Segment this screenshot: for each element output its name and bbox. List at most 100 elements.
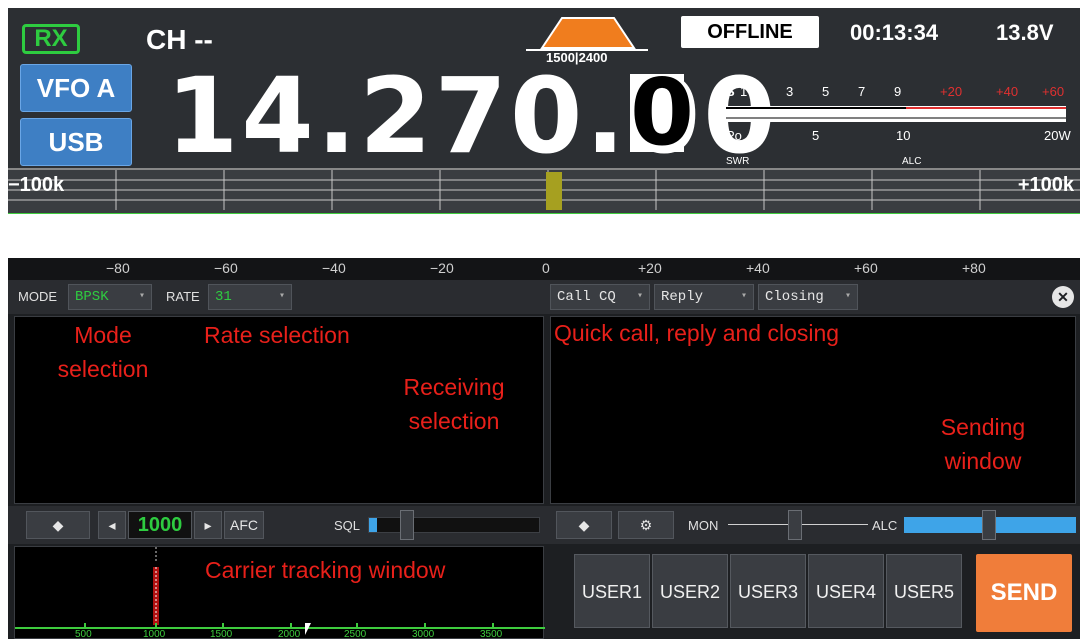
mouse-cursor-icon — [305, 623, 311, 635]
scale-tick: +60 — [854, 260, 878, 276]
mode-label: MODE — [18, 289, 57, 304]
tuning-marker[interactable] — [546, 172, 562, 210]
po-label: 20W — [1044, 128, 1071, 143]
psk-tuning-toolbar: ◆ ◂ 1000 ▸ AFC SQL ◆ ⚙ MON ALC — [8, 506, 1080, 544]
send-button[interactable]: SEND — [976, 554, 1072, 632]
chevron-down-icon: ▾ — [844, 291, 851, 302]
user3-button[interactable]: USER3 — [730, 554, 806, 628]
mon-label: MON — [688, 518, 719, 533]
sql-slider-handle[interactable] — [400, 510, 414, 540]
user2-button[interactable]: USER2 — [652, 554, 728, 628]
closing-dropdown[interactable]: Closing ▾ — [758, 284, 858, 310]
waterfall-tick: 3000 — [412, 629, 435, 639]
band-grid — [8, 170, 1080, 210]
reply-value: Reply — [661, 289, 704, 305]
s-meter-label: 5 — [822, 84, 830, 99]
clear-rx-button[interactable]: ◆ — [26, 511, 90, 539]
waterfall-tick: 2000 — [278, 629, 301, 639]
psk-toolbar: MODE BPSK ▾ RATE 31 ▾ Call CQ ▾ Reply ▾ Clos… — [8, 280, 1080, 314]
s-meter-label: 1 — [740, 84, 748, 99]
mode-button[interactable]: USB — [20, 118, 132, 166]
scale-tick: −60 — [214, 260, 238, 276]
close-icon[interactable]: ✕ — [1052, 286, 1074, 308]
afc-down-button[interactable]: ◂ — [98, 511, 126, 539]
rx-badge: RX — [22, 24, 80, 54]
waterfall-tick: 500 — [75, 629, 92, 639]
afc-toggle-button[interactable]: AFC — [224, 511, 264, 539]
alc-meter-label: ALC — [902, 156, 922, 167]
afc-up-button[interactable]: ▸ — [194, 511, 222, 539]
annotation-carrier: Carrier tracking window — [205, 557, 446, 583]
eraser-icon: ◆ — [52, 517, 64, 533]
mode-dropdown[interactable]: BPSK ▾ — [68, 284, 152, 310]
po-label: 5 — [812, 128, 820, 143]
clear-tx-button[interactable]: ◆ — [556, 511, 612, 539]
chevron-down-icon: ▾ — [740, 291, 747, 302]
po-meter-scale: Po 5 10 20W — [726, 126, 1076, 148]
alc-label: ALC — [872, 518, 898, 533]
waterfall-tick: 3500 — [480, 629, 503, 639]
status-badge: OFFLINE — [681, 16, 819, 48]
s-meter-label: S — [726, 84, 735, 99]
afc-frequency-field[interactable]: 1000 — [128, 511, 192, 539]
call-cq-value: Call CQ — [557, 289, 616, 305]
scale-tick: −40 — [322, 260, 346, 276]
scale-tick: +40 — [746, 260, 770, 276]
clock: 00:13:34 — [850, 20, 939, 45]
waterfall-tick: 1500 — [210, 629, 233, 639]
scale-tick: +20 — [638, 260, 662, 276]
reply-dropdown[interactable]: Reply ▾ — [654, 284, 754, 310]
span-right-label: +100k — [1017, 174, 1074, 196]
annotation-receiving: Receiving selection — [403, 374, 505, 434]
s-meter-label: 9 — [894, 84, 902, 99]
scale-tick: −80 — [106, 260, 130, 276]
offset-scale: −80 −60 −40 −20 0 +20 +40 +60 +80 — [8, 258, 1080, 280]
waterfall-tick: 2500 — [344, 629, 367, 639]
user4-button[interactable]: USER4 — [808, 554, 884, 628]
s-meter-red-label: +60 — [1042, 84, 1065, 99]
mon-slider-handle[interactable] — [788, 510, 802, 540]
s-meter-label: 7 — [858, 84, 866, 99]
radio-display-panel: RX CH -- VFO A USB 1500|2400 14.270.00 0… — [8, 8, 1080, 214]
band-baseline — [8, 213, 1080, 214]
rate-dropdown[interactable]: 31 ▾ — [208, 284, 292, 310]
alc-slider-handle[interactable] — [982, 510, 996, 540]
carrier-tracking-window[interactable]: 500 1000 1500 2000 2500 3000 3500 Carrie… — [14, 546, 545, 639]
rate-dropdown-value: 31 — [215, 289, 232, 305]
channel-label: CH -- — [146, 24, 213, 55]
psk-panel: −80 −60 −40 −20 0 +20 +40 +60 +80 MODE B… — [8, 258, 1080, 639]
sql-slider[interactable] — [368, 517, 540, 533]
swr-label: SWR — [726, 156, 750, 167]
scale-tick: 0 — [542, 260, 550, 276]
user5-button[interactable]: USER5 — [886, 554, 962, 628]
s-meter-label: 3 — [786, 84, 794, 99]
call-cq-dropdown[interactable]: Call CQ ▾ — [550, 284, 650, 310]
span-left-label: −100k — [8, 174, 65, 196]
annotation-sending: Sending window — [940, 414, 1026, 474]
eraser-icon: ◆ — [578, 517, 590, 533]
chevron-down-icon: ▾ — [138, 291, 145, 302]
settings-button[interactable]: ⚙ — [618, 511, 674, 539]
annotation-rate: Rate selection — [204, 322, 350, 348]
s-meter-red-label: +40 — [996, 84, 1019, 99]
band-scope-strip[interactable]: −100k +100k — [8, 168, 1080, 214]
voltage-readout: 13.8V — [996, 20, 1054, 45]
rate-label: RATE — [166, 289, 200, 304]
po-label: Po — [726, 128, 742, 143]
chevron-right-icon: ▸ — [204, 517, 212, 533]
s-meter-scale: S 1 3 5 7 9 +20 +40 +60 — [726, 82, 1076, 104]
closing-value: Closing — [765, 289, 824, 305]
annotation-quick-call: Quick call, reply and closing — [554, 320, 840, 346]
waterfall-tick: 1000 — [143, 629, 166, 639]
chevron-down-icon: ▾ — [636, 291, 643, 302]
vfo-button[interactable]: VFO A — [20, 64, 132, 112]
po-label: 10 — [896, 128, 911, 143]
s-meter-red-label: +20 — [940, 84, 963, 99]
user1-button[interactable]: USER1 — [574, 554, 650, 628]
scale-tick: −20 — [430, 260, 454, 276]
sql-label: SQL — [334, 518, 361, 533]
scale-tick: +80 — [962, 260, 986, 276]
meter-ticks — [726, 107, 1066, 119]
sql-level-fill — [369, 518, 377, 532]
frequency-cursor-digit[interactable]: 0 — [630, 67, 694, 159]
